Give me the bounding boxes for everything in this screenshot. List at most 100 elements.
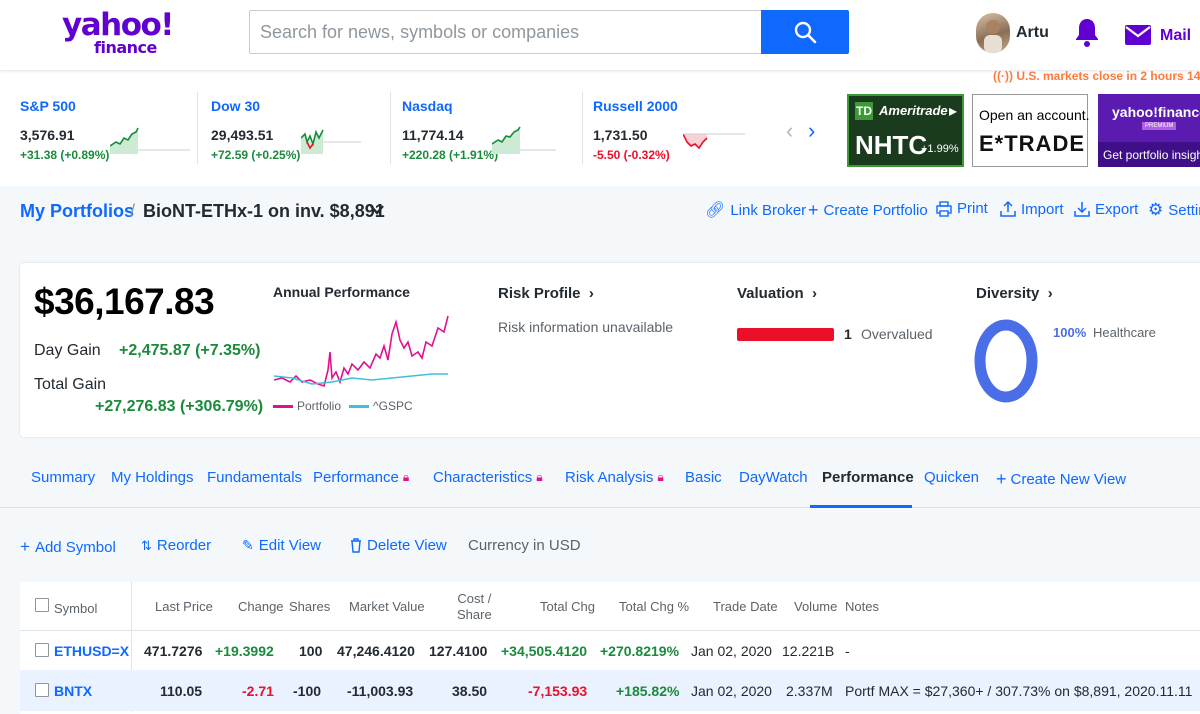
- tab-my-holdings[interactable]: My Holdings: [111, 469, 194, 486]
- yf-premium-logo: yahoo!finance: [1112, 104, 1200, 120]
- download-icon: [1074, 202, 1090, 217]
- col-notes[interactable]: Notes: [845, 599, 879, 614]
- sparkline-icon: [301, 129, 361, 154]
- tab-summary[interactable]: Summary: [31, 469, 95, 486]
- avatar[interactable]: [976, 13, 1010, 53]
- add-symbol-button[interactable]: + Add Symbol: [20, 537, 116, 557]
- valuation-count: 1: [844, 326, 852, 342]
- col-total-chg[interactable]: Total Chg: [540, 599, 595, 614]
- chevron-down-icon[interactable]: [369, 203, 385, 217]
- notification-bell-icon[interactable]: [1073, 16, 1101, 48]
- mail-icon[interactable]: [1124, 24, 1152, 46]
- pencil-icon: ✎: [242, 537, 254, 553]
- portfolio-title: BioNT-ETHx-1 on inv. $8,891: [143, 201, 385, 221]
- create-portfolio-button[interactable]: + Create Portfolio: [808, 200, 928, 221]
- ad-etrade[interactable]: Open an account. E*TRADE: [972, 94, 1090, 167]
- annual-performance-title: Annual Performance: [273, 284, 410, 300]
- ad-yahoo-premium[interactable]: yahoo!finance PREMIUM Get portfolio insi…: [1098, 94, 1200, 167]
- row-divider: [20, 630, 1200, 631]
- finance-logo[interactable]: finance: [94, 38, 157, 57]
- ad-cta: Get portfolio insigh: [1103, 148, 1200, 162]
- col-symbol[interactable]: Symbol: [54, 601, 97, 616]
- risk-profile-link[interactable]: Risk Profile ›: [498, 285, 594, 302]
- portfolio-total-value: $36,167.83: [34, 281, 215, 322]
- plus-icon: +: [808, 200, 819, 220]
- last-price: 471.7276: [144, 643, 203, 659]
- ad-headline: Open an account.: [979, 107, 1090, 123]
- export-button[interactable]: Export: [1074, 200, 1138, 218]
- sort-arrows-icon: ⇅: [141, 537, 152, 553]
- index-change: +72.59 (+0.25%): [211, 148, 301, 162]
- chevron-left-icon[interactable]: ‹: [786, 118, 793, 144]
- search-input[interactable]: [249, 10, 762, 54]
- col-cost-share[interactable]: Cost / Share: [457, 591, 492, 623]
- col-trade-date[interactable]: Trade Date: [713, 599, 778, 614]
- annual-performance-chart[interactable]: [272, 312, 452, 392]
- volume: 12.221B: [782, 643, 835, 659]
- legend-portfolio: Portfolio: [297, 399, 342, 413]
- index-sp500[interactable]: S&P 500 3,576.91 +31.38 (+0.89%): [20, 98, 200, 168]
- col-market-value[interactable]: Market Value: [349, 599, 425, 614]
- index-russell2000[interactable]: Russell 2000 1,731.50 -5.50 (-0.32%): [593, 98, 773, 168]
- index-name: Dow 30: [211, 98, 261, 114]
- tab-performance[interactable]: Performance: [822, 469, 914, 486]
- plus-icon: +: [996, 469, 1007, 489]
- link-broker-button[interactable]: 🔗︎ Link Broker: [705, 200, 806, 220]
- chevron-right-icon[interactable]: ›: [808, 118, 815, 144]
- market-status: ((·)) U.S. markets close in 2 hours 14 m…: [993, 69, 1200, 83]
- tab-create-new-view[interactable]: + Create New View: [996, 469, 1126, 490]
- print-button[interactable]: Print: [936, 200, 988, 217]
- delete-view-button[interactable]: Delete View: [350, 537, 447, 554]
- tab-fundamentals[interactable]: Fundamentals: [207, 469, 302, 486]
- tab-daywatch[interactable]: DayWatch: [739, 469, 808, 486]
- day-gain-label: Day Gain: [34, 342, 101, 359]
- user-name[interactable]: Artu: [1016, 24, 1049, 42]
- tab-risk-analysis[interactable]: Risk Analysis 🔒︎: [565, 469, 664, 486]
- col-volume[interactable]: Volume: [794, 599, 837, 614]
- col-last-price[interactable]: Last Price: [155, 599, 213, 614]
- notes[interactable]: Portf MAX = $27,360+ / 307.73% on $8,891…: [845, 683, 1192, 699]
- row-checkbox[interactable]: [35, 643, 49, 657]
- row-checkbox[interactable]: [35, 683, 49, 697]
- settings-button[interactable]: ⚙ Settin: [1148, 200, 1200, 220]
- index-price: 11,774.14: [402, 127, 464, 143]
- tab-characteristics[interactable]: Characteristics 🔒︎: [433, 469, 543, 486]
- index-nasdaq[interactable]: Nasdaq 11,774.14 +220.28 (+1.91%): [402, 98, 582, 168]
- symbol-link[interactable]: ETHUSD=X: [54, 643, 129, 659]
- upload-icon: [1000, 200, 1016, 217]
- index-change: +220.28 (+1.91%): [402, 148, 499, 162]
- tab-performance-premium[interactable]: Performance 🔒︎: [313, 469, 409, 486]
- col-change[interactable]: Change: [238, 599, 284, 614]
- select-all-checkbox[interactable]: [35, 598, 49, 612]
- reorder-button[interactable]: ⇅ Reorder: [141, 537, 211, 554]
- risk-text: Risk information unavailable: [498, 319, 674, 335]
- td-logo-icon: TD: [855, 102, 873, 120]
- valuation-link[interactable]: Valuation ›: [737, 285, 817, 302]
- total-chg: -7,153.93: [528, 683, 588, 699]
- trade-date: Jan 02, 2020: [691, 683, 772, 699]
- edit-view-button[interactable]: ✎ Edit View: [242, 537, 321, 554]
- breadcrumb-separator: /: [130, 201, 136, 221]
- ad-td-ameritrade[interactable]: TD Ameritrade ▸ NHTC +1.99%: [847, 94, 964, 167]
- import-button[interactable]: Import: [1000, 200, 1064, 218]
- diversity-link[interactable]: Diversity ›: [976, 285, 1053, 302]
- legend-swatch-portfolio: [273, 405, 293, 408]
- tabs-divider: [0, 507, 1200, 508]
- tab-basic[interactable]: Basic: [685, 469, 722, 486]
- index-dow30[interactable]: Dow 30 29,493.51 +72.59 (+0.25%): [211, 98, 391, 168]
- market-value: -11,003.93: [347, 683, 414, 699]
- sparkline-icon: [492, 126, 556, 154]
- mail-link[interactable]: Mail: [1160, 27, 1191, 45]
- col-total-chg-pct[interactable]: Total Chg %: [619, 599, 689, 614]
- breadcrumb-my-portfolios[interactable]: My Portfolios: [20, 201, 134, 222]
- tab-quicken[interactable]: Quicken: [924, 469, 979, 486]
- diversity-percent: 100%: [1053, 325, 1087, 340]
- total-gain-value: +27,276.83 (+306.79%): [95, 398, 264, 415]
- symbol-link[interactable]: BNTX: [54, 683, 92, 699]
- diversity-ring-chart: [974, 319, 1038, 403]
- yahoo-logo[interactable]: yahoo!: [62, 8, 174, 42]
- search-button[interactable]: [761, 10, 849, 54]
- legend-swatch-gspc: [349, 405, 369, 408]
- notes[interactable]: -: [845, 643, 850, 659]
- col-shares[interactable]: Shares: [289, 599, 330, 614]
